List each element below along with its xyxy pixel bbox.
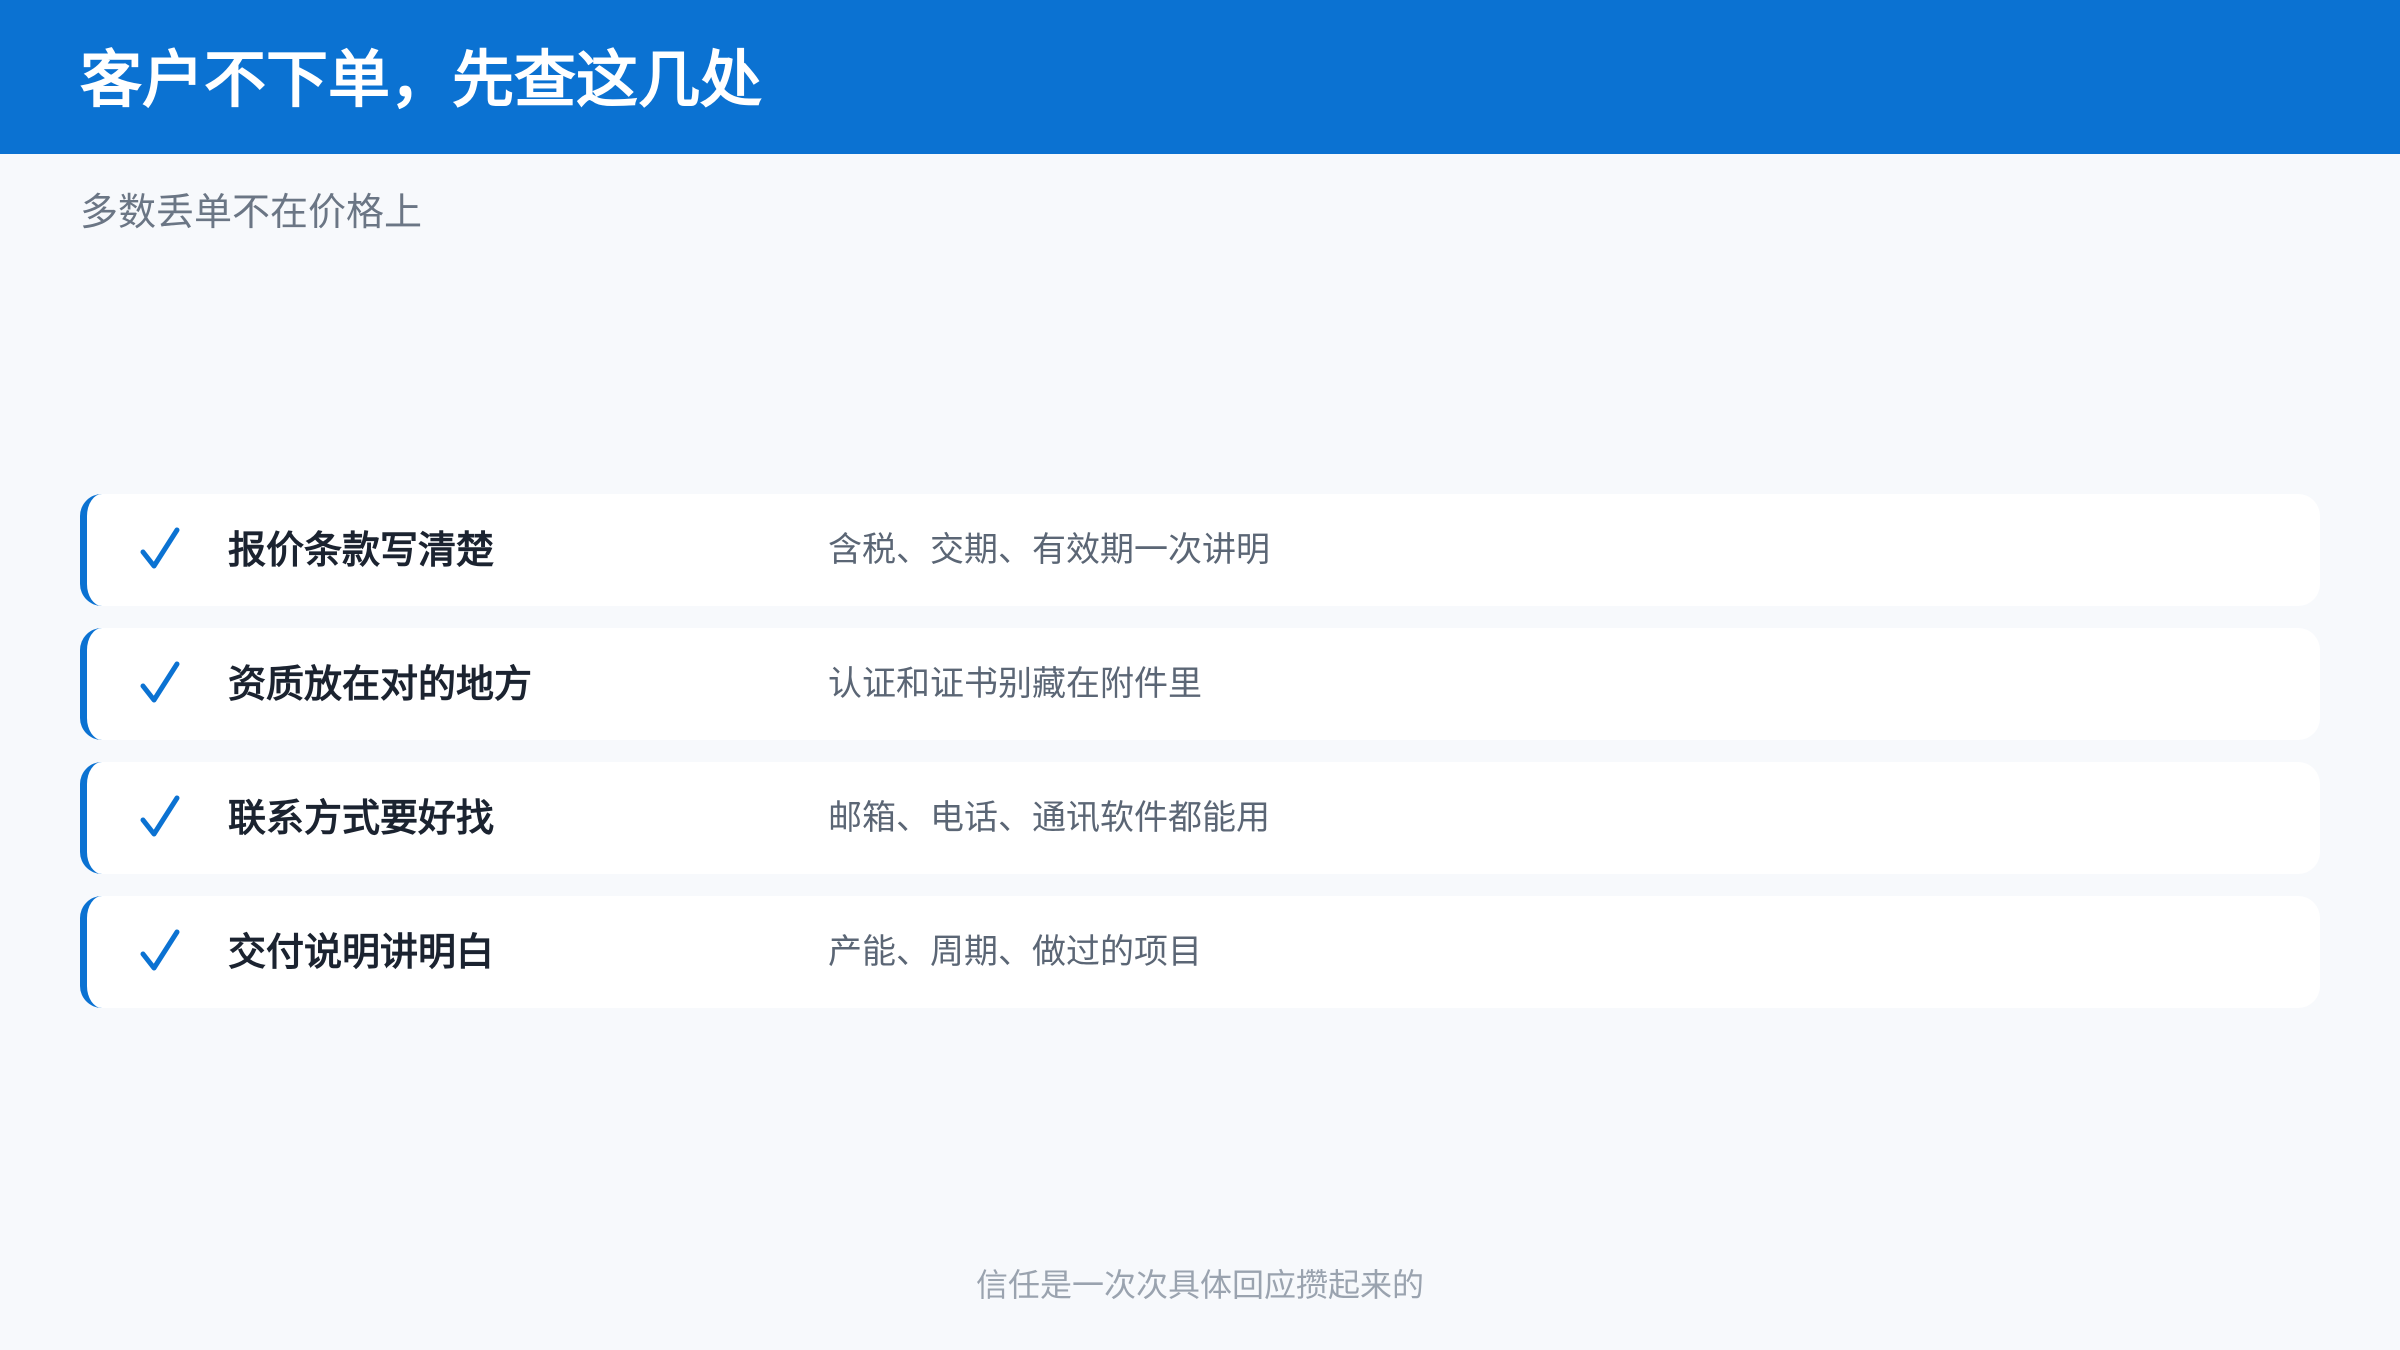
checklist-item: 交付说明讲明白 产能、周期、做过的项目 [80, 896, 2320, 1008]
checklist-item-title: 报价条款写清楚 [228, 528, 495, 572]
checklist-item-title: 交付说明讲明白 [228, 930, 495, 974]
checklist-item: 联系方式要好找 邮箱、电话、通讯软件都能用 [80, 762, 2320, 874]
check-icon [139, 790, 183, 846]
check-icon [139, 522, 183, 578]
checklist-item-description: 含税、交期、有效期一次讲明 [828, 530, 1270, 570]
footer-note: 信任是一次次具体回应攒起来的 [975, 1266, 1424, 1304]
page-subtitle: 多数丢单不在价格上 [80, 190, 423, 234]
checklist-item: 报价条款写清楚 含税、交期、有效期一次讲明 [80, 494, 2320, 606]
checklist-item-title: 联系方式要好找 [228, 796, 495, 840]
checklist-item: 资质放在对的地方 认证和证书别藏在附件里 [80, 628, 2320, 740]
checklist-item-title: 资质放在对的地方 [228, 662, 533, 706]
checklist: 报价条款写清楚 含税、交期、有效期一次讲明 资质放在对的地方 认证和证书别藏在附… [80, 494, 2320, 1030]
checklist-item-description: 邮箱、电话、通讯软件都能用 [828, 798, 1270, 838]
check-icon [139, 924, 183, 980]
checklist-item-description: 认证和证书别藏在附件里 [828, 664, 1202, 704]
header-bar: 客户不下单，先查这几处 [0, 0, 2400, 154]
page-title: 客户不下单，先查这几处 [80, 43, 763, 116]
check-icon [139, 656, 183, 712]
checklist-item-description: 产能、周期、做过的项目 [828, 932, 1202, 972]
